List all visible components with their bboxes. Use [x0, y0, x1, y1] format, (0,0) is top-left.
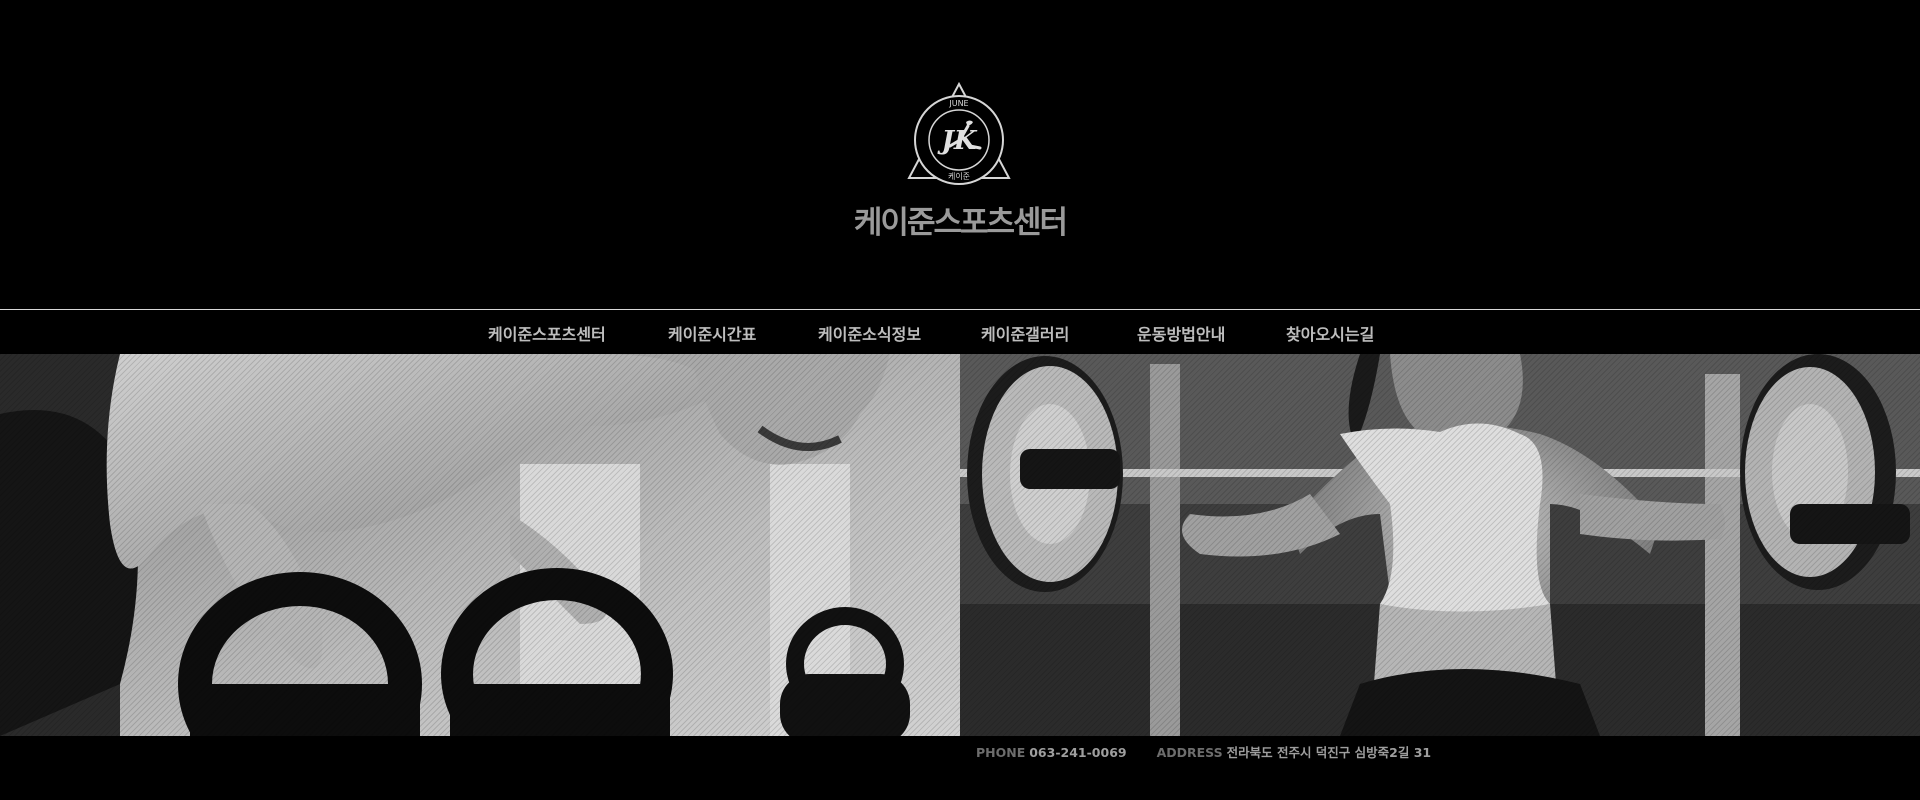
nav-item-gallery[interactable]: 케이준갤러리: [981, 321, 1069, 345]
logo-top-text: JUNE: [948, 99, 968, 108]
hero-image-left: [0, 354, 960, 736]
logo-bottom-text: 케이준: [948, 171, 970, 181]
runner-logo-icon: JUNE JK 케이준: [907, 81, 1011, 185]
address-text: 전라북도 전주시 덕진구 심방죽2길 31: [1226, 745, 1432, 760]
phone-number[interactable]: 063-241-0069: [1029, 745, 1126, 760]
site-title[interactable]: 케이준스포츠센터: [0, 197, 1920, 242]
address-label: ADDRESS: [1156, 745, 1223, 760]
nav-item-news[interactable]: 케이준소식정보: [818, 321, 921, 345]
phone-label: PHONE: [976, 745, 1026, 760]
hero-image-right: [960, 354, 1920, 736]
nav-item-exercise-guide[interactable]: 운동방법안내: [1137, 321, 1225, 345]
page: JUNE JK 케이준 케이준스포츠센터 케이준스포츠센터 케이준시간표 케이준…: [0, 0, 1920, 800]
footer-contact: PHONE 063-241-0069 ADDRESS 전라북도 전주시 덕진구 …: [976, 742, 1431, 762]
nav-item-timetable[interactable]: 케이준시간표: [668, 321, 756, 345]
site-header: JUNE JK 케이준 케이준스포츠센터: [0, 0, 1920, 309]
main-nav: 케이준스포츠센터 케이준시간표 케이준소식정보 케이준갤러리 운동방법안내 찾아…: [0, 310, 1920, 354]
site-logo[interactable]: JUNE JK 케이준: [906, 81, 1012, 190]
nav-item-directions[interactable]: 찾아오시는길: [1286, 321, 1374, 345]
hero-banner: [0, 354, 1920, 736]
nav-item-sports-center[interactable]: 케이준스포츠센터: [488, 321, 606, 345]
